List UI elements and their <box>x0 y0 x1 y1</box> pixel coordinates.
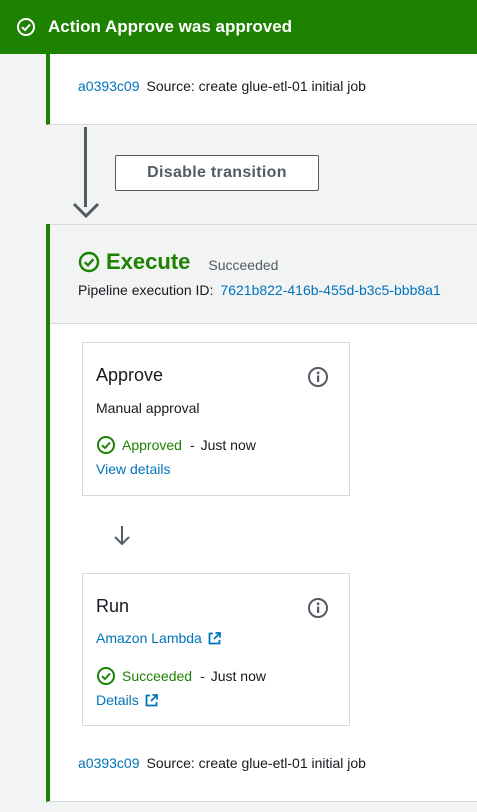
action-provider: Manual approval <box>96 400 200 416</box>
action-title: Run <box>96 596 130 616</box>
details-label[interactable]: Details <box>96 692 139 708</box>
status-separator: - <box>189 437 195 453</box>
status-time: Just now <box>200 437 256 453</box>
previous-stage: a0393c09 Source: create glue-etl-01 init… <box>46 54 477 125</box>
source-revision: a0393c09 Source: create glue-etl-01 init… <box>78 755 366 771</box>
status-text: Approved <box>122 437 182 453</box>
stage-header: Execute Succeeded Pipeline execution ID:… <box>50 224 477 324</box>
provider-link-label[interactable]: Amazon Lambda <box>96 630 202 646</box>
external-link-icon[interactable] <box>208 631 221 645</box>
flash-message: Action Approve was approved <box>48 17 293 36</box>
commit-message: Source: create glue-etl-01 initial job <box>146 755 366 771</box>
status-text: Succeeded <box>122 668 193 684</box>
execution-id-link[interactable]: 7621b822-416b-455d-b3c5-bbb8a1 <box>220 282 440 298</box>
check-circle-icon <box>96 666 116 686</box>
view-details-link[interactable]: View details <box>96 461 170 477</box>
execution-id-label: Pipeline execution ID: <box>78 282 214 298</box>
provider-link[interactable]: Amazon Lambda <box>96 630 221 646</box>
stage-name: Execute <box>106 249 191 274</box>
view-details-label[interactable]: View details <box>96 461 170 477</box>
status-separator: - <box>200 668 205 684</box>
commit-message: Source: create glue-etl-01 initial job <box>146 78 366 94</box>
arrow-down-icon <box>112 524 132 548</box>
external-link-icon[interactable] <box>145 693 158 707</box>
check-circle-icon <box>78 251 100 273</box>
action-status: Approved - Just now <box>96 435 256 455</box>
pipeline-execution: Pipeline execution ID: 7621b822-416b-455… <box>78 282 441 298</box>
action-status: Succeeded - Just now <box>96 666 266 686</box>
info-icon[interactable] <box>307 366 329 388</box>
commit-link[interactable]: a0393c09 <box>78 755 140 771</box>
commit-link[interactable]: a0393c09 <box>78 78 140 94</box>
status-time: Just now <box>210 668 266 684</box>
success-flash-banner: Action Approve was approved <box>0 0 477 54</box>
stage-title: Execute Succeeded <box>78 249 278 275</box>
source-revision: a0393c09 Source: create glue-etl-01 init… <box>78 78 366 94</box>
check-circle-icon <box>96 435 116 455</box>
disable-transition-button[interactable]: Disable transition <box>115 155 319 191</box>
check-circle-icon <box>16 17 36 37</box>
action-card-approve: Approve Manual approval Approved - Just … <box>82 342 350 496</box>
stage-execute: Execute Succeeded Pipeline execution ID:… <box>46 224 477 802</box>
action-title: Approve <box>96 365 164 385</box>
info-icon[interactable] <box>307 597 329 619</box>
action-card-run: Run Amazon Lambda Succeeded - Just now D… <box>82 573 350 726</box>
arrow-down-icon <box>72 195 100 219</box>
details-link[interactable]: Details <box>96 692 158 708</box>
stage-status: Succeeded <box>208 256 279 273</box>
